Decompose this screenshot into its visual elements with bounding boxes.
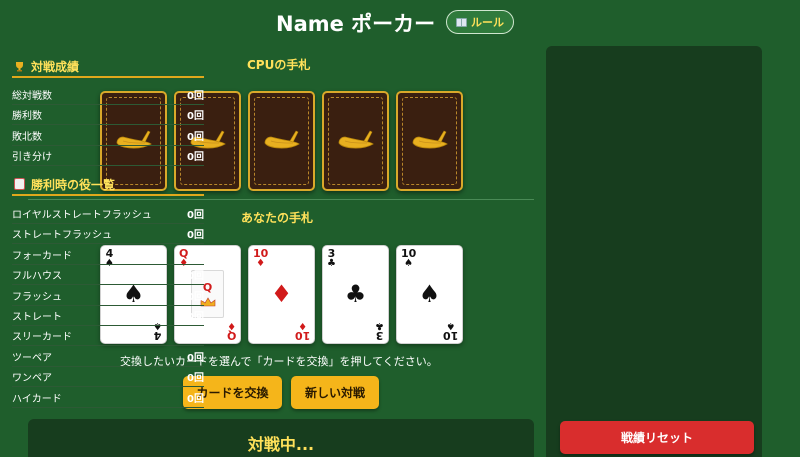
hand-row-label: フルハウス [12,271,62,283]
hand-row-label: ロイヤルストレートフラッシュ [12,210,152,221]
record-row-value: 0回 [187,111,204,123]
record-row: 総対戦数 0回 [12,85,204,105]
card-suit: ♠ [404,258,414,269]
card-suit: ♦ [256,258,266,269]
header: Name ポーカー ルール [0,0,800,44]
reset-record-button[interactable]: 戦績リセット [560,421,754,454]
hand-row-label: ツーペア [12,352,52,364]
card-corner-top: 10 ♦ [253,248,268,269]
page-title: Name ポーカー [276,12,436,36]
hand-row: ツーペア 0回 [12,347,204,367]
hand-row-value: 0回 [187,271,204,283]
hand-row-value: 0回 [187,291,204,303]
record-row-label: 引き分け [12,152,52,164]
hand-row-label: フォーカード [12,250,72,262]
hand-row-value: 0回 [187,373,204,385]
card-suit: ♣ [327,258,336,269]
hand-row-value: 0回 [187,393,204,405]
trophy-icon [14,61,25,72]
book-icon [456,17,467,27]
hand-row-value: 0回 [187,250,204,262]
hand-row: フラッシュ 0回 [12,286,204,306]
cards-icon [14,178,25,190]
card-suit: ♦ [226,320,236,331]
hand-row: ハイカード 0回 [12,388,204,408]
new-game-button[interactable]: 新しい対戦 [291,376,379,409]
player-card[interactable]: 10 ♦ ♦ 10 ♦ [248,245,315,344]
record-row-label: 勝利数 [12,111,42,123]
status-panel: 対戦中... [28,419,534,457]
record-row-label: 敗北数 [12,131,42,143]
hand-row-label: スリーカード [12,332,72,344]
hand-row: ストレート 0回 [12,306,204,326]
card-corner-top: 3 ♣ [327,248,336,269]
hand-row: ロイヤルストレートフラッシュ 0回 [12,204,204,224]
cpu-card-back [396,91,463,191]
banana-emblem-icon [412,130,448,149]
hand-row: ストレートフラッシュ 0回 [12,224,204,245]
card-center-suit: ♠ [418,280,441,308]
card-center-suit: ♦ [270,280,293,308]
hand-row-label: ワンペア [12,373,52,385]
player-card[interactable]: 10 ♠ ♠ 10 ♠ [396,245,463,344]
rules-button[interactable]: ルール [446,10,514,34]
hand-row: フォーカード 0回 [12,245,204,265]
cpu-hand-label: CPUの手札 [247,58,311,72]
record-title: 対戦成績 [31,59,80,74]
hand-row-value: 0回 [187,210,204,221]
status-text: 対戦中... [247,435,315,454]
hand-row-label: ストレートフラッシュ [12,230,112,242]
card-corner-bottom: 10 ♠ [443,320,458,342]
hand-row: フルハウス 0回 [12,265,204,286]
banana-emblem-icon [338,130,374,149]
card-corner-bottom: Q ♦ [226,320,236,342]
hand-row: スリーカード 0回 [12,326,204,347]
record-row-label: 総対戦数 [12,91,52,102]
divider [28,199,534,200]
cpu-card-back [322,91,389,191]
player-hand-label: あなたの手札 [241,211,314,225]
card-corner-bottom: 10 ♦ [295,320,310,342]
record-row-value: 0回 [187,91,204,102]
banana-emblem-icon [264,130,300,149]
hand-row-label: ハイカード [12,393,62,405]
hands-header: 勝利時の役一覧 [12,174,204,196]
hand-row-value: 0回 [187,312,204,323]
card-suit: ♣ [375,320,384,331]
card-corner-bottom: 3 ♣ [375,320,384,342]
cpu-card-back [248,91,315,191]
rules-button-label: ルール [471,16,504,29]
record-row: 勝利数 0回 [12,105,204,126]
record-row: 敗北数 0回 [12,126,204,146]
record-row: 引き分け 0回 [12,146,204,167]
hand-row-label: ストレート [12,312,62,323]
card-corner-top: 10 ♠ [401,248,416,269]
record-header: 対戦成績 [12,56,204,78]
record-row-value: 0回 [187,131,204,143]
player-card[interactable]: 3 ♣ ♣ 3 ♣ [322,245,389,344]
hand-row-label: フラッシュ [12,291,62,303]
stats-sidebar [546,46,762,457]
card-center-suit: ♣ [344,280,367,308]
hand-row-value: 0回 [187,230,204,242]
hand-row-value: 0回 [187,332,204,344]
hand-row-value: 0回 [187,352,204,364]
record-row-value: 0回 [187,152,204,164]
hands-title: 勝利時の役一覧 [31,177,116,192]
hand-row: ワンペア 0回 [12,367,204,388]
